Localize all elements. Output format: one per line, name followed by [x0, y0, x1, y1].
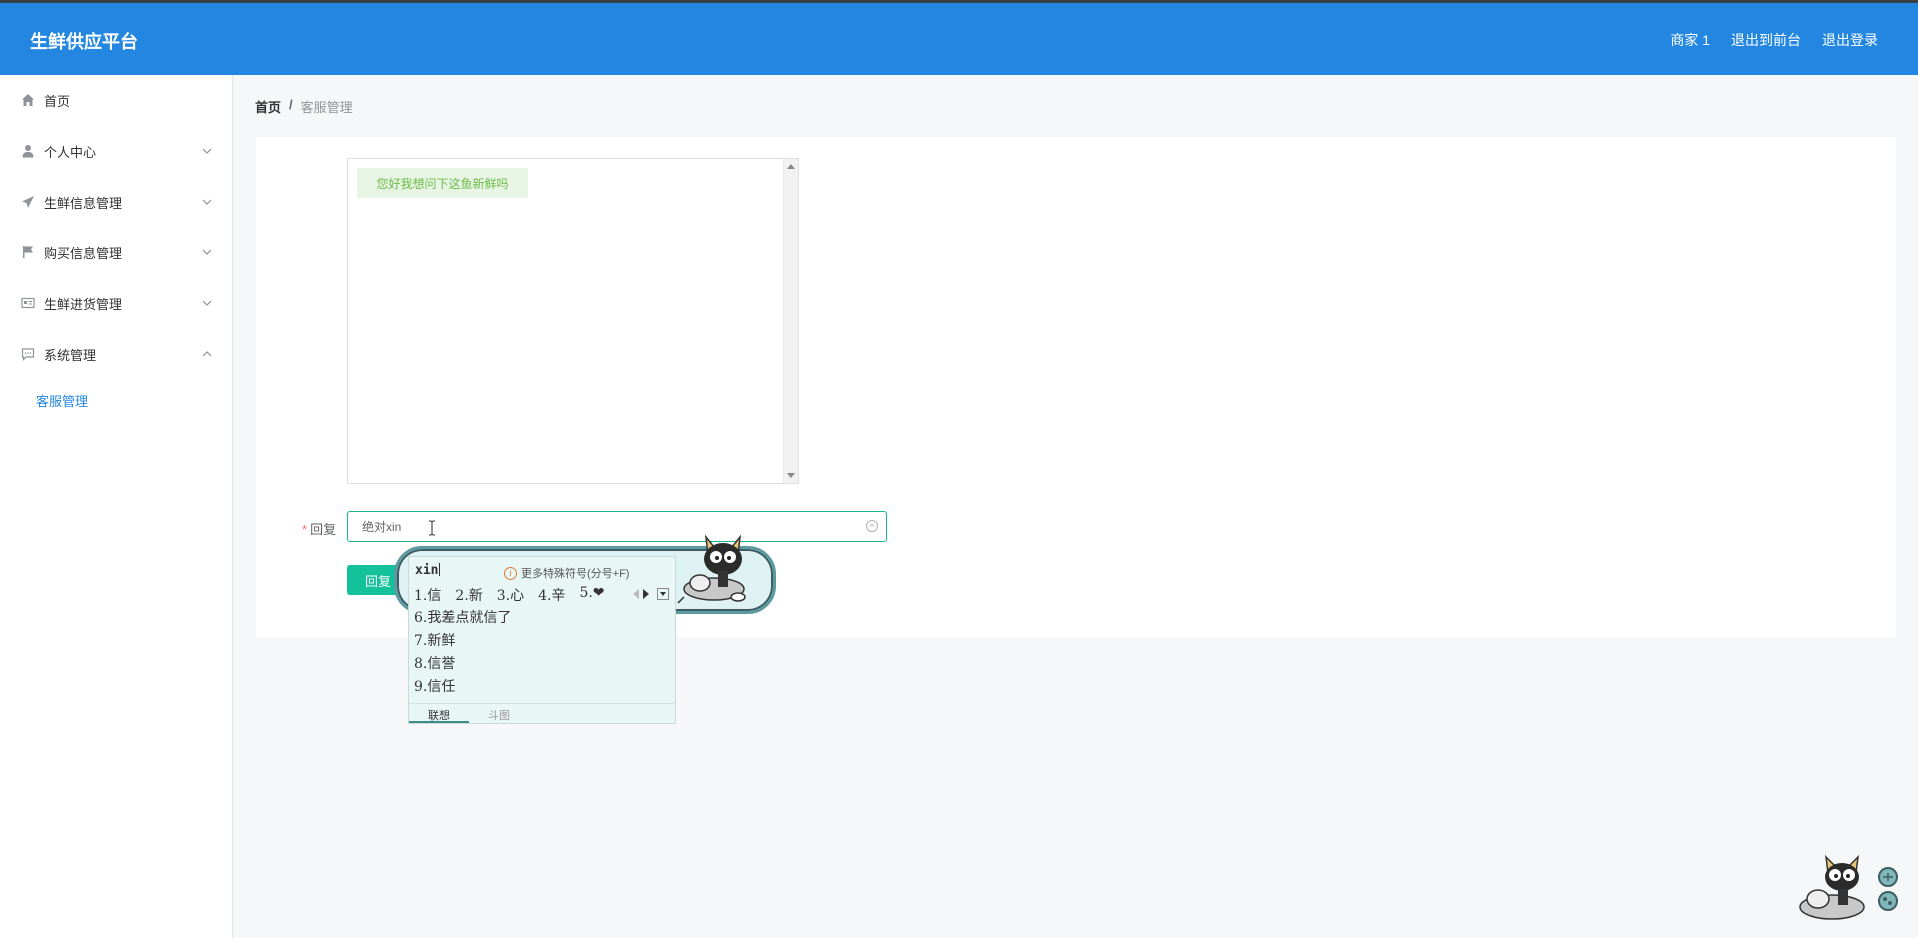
- ime-candidate[interactable]: 3.心: [497, 585, 524, 605]
- postcard-icon: [20, 295, 36, 311]
- sidebar-item-label: 个人中心: [44, 144, 97, 160]
- chat-history-box[interactable]: 您好我想问下这鱼新鲜吗: [347, 158, 799, 484]
- breadcrumb-home[interactable]: 首页: [255, 97, 281, 116]
- ime-candidate[interactable]: 7.新鲜: [414, 630, 511, 653]
- flag-icon: [20, 244, 36, 260]
- ime-candidate[interactable]: 2.新: [455, 585, 482, 605]
- sidebar-subitem-customer-service[interactable]: 客服管理: [36, 391, 88, 410]
- sidebar-item-label: 生鲜信息管理: [44, 195, 123, 211]
- header-links: 商家 1 退出到前台 退出登录: [1670, 30, 1878, 50]
- ime-tab-sticker[interactable]: 斗图: [469, 704, 529, 723]
- sidebar-item-purchase-info[interactable]: 购买信息管理: [0, 232, 232, 272]
- ime-candidate[interactable]: 9.信任: [414, 676, 511, 699]
- ime-candidate[interactable]: 1.信: [414, 585, 441, 605]
- logout-link[interactable]: 退出登录: [1822, 30, 1878, 50]
- ime-tab-suggest[interactable]: 联想: [409, 704, 469, 723]
- ime-hint[interactable]: i 更多特殊符号(分号+F): [504, 565, 629, 581]
- chevron-up-icon: [202, 351, 212, 357]
- breadcrumb: 首页 / 客服管理: [255, 97, 353, 116]
- breadcrumb-separator: /: [289, 97, 293, 112]
- expand-icon[interactable]: [657, 588, 669, 600]
- ime-candidate[interactable]: 4.辛: [538, 585, 565, 605]
- scroll-down-icon[interactable]: [787, 473, 795, 478]
- chat-scrollbar[interactable]: [783, 159, 798, 483]
- chat-message: 您好我想问下这鱼新鲜吗: [357, 168, 528, 198]
- ime-status-mascot-icon: [1799, 854, 1898, 920]
- sidebar-item-stock-management[interactable]: 生鲜进货管理: [0, 283, 232, 323]
- ime-candidate-row: 1.信 2.新 3.心 4.辛 5.❤: [414, 585, 605, 605]
- chevron-down-icon: [202, 300, 212, 306]
- ime-candidate-list: 6.我差点就信了 7.新鲜 8.信誉 9.信任: [414, 607, 511, 699]
- ime-candidate-panel[interactable]: xin i 更多特殊符号(分号+F) 1.信 2.新 3.心 4.辛 5.❤ 6…: [408, 556, 676, 724]
- text-cursor-icon: [429, 520, 435, 536]
- chevron-down-icon: [202, 148, 212, 154]
- sidebar-item-label: 系统管理: [44, 347, 97, 363]
- reply-label: * 回复: [302, 522, 337, 537]
- app-title: 生鲜供应平台: [30, 32, 138, 52]
- chevron-down-icon: [202, 199, 212, 205]
- sidebar-item-personal-center[interactable]: 个人中心: [0, 131, 232, 171]
- back-to-frontend-link[interactable]: 退出到前台: [1731, 30, 1801, 50]
- sidebar-item-label: 生鲜进货管理: [44, 296, 123, 312]
- sidebar: 首页 个人中心 生鲜信息管理 购买信息管理 生鲜进货管理 系统管理 客服管理: [0, 75, 233, 938]
- chat-icon: [20, 346, 36, 362]
- chevron-down-icon: [202, 249, 212, 255]
- ime-candidate[interactable]: 5.❤: [579, 585, 604, 605]
- sidebar-item-fresh-info[interactable]: 生鲜信息管理: [0, 182, 232, 222]
- info-icon: i: [504, 566, 517, 580]
- next-page-icon[interactable]: [643, 589, 649, 599]
- ime-tabs: 联想 斗图: [409, 703, 675, 723]
- home-icon: [20, 92, 36, 108]
- clear-icon[interactable]: ×: [866, 520, 878, 532]
- ime-paging: [633, 588, 669, 600]
- top-header: 生鲜供应平台 商家 1 退出到前台 退出登录: [0, 0, 1918, 75]
- ime-candidate[interactable]: 8.信誉: [414, 653, 511, 676]
- merchant-account-link[interactable]: 商家 1: [1670, 30, 1710, 50]
- ime-pinyin: xin: [415, 563, 439, 578]
- sidebar-item-system-management[interactable]: 系统管理: [0, 334, 232, 374]
- sidebar-item-label: 首页: [44, 93, 71, 109]
- breadcrumb-current: 客服管理: [300, 100, 353, 115]
- sidebar-item-home[interactable]: 首页: [0, 80, 232, 120]
- scroll-up-icon[interactable]: [787, 164, 795, 169]
- ime-candidate[interactable]: 6.我差点就信了: [414, 607, 511, 630]
- send-icon: [20, 194, 36, 210]
- ime-mascot-icon: [677, 534, 746, 604]
- user-icon: [20, 143, 36, 159]
- sidebar-item-label: 购买信息管理: [44, 245, 123, 261]
- prev-page-icon[interactable]: [633, 589, 639, 599]
